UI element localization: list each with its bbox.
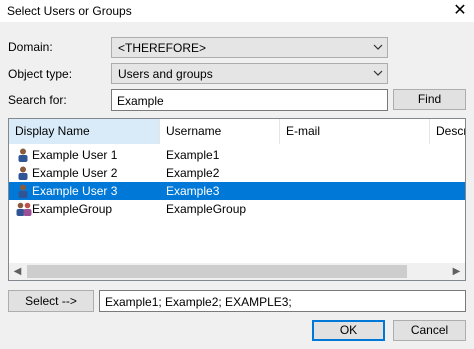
user-icon [15, 183, 33, 199]
list-item[interactable]: Example User 2 Example2 [9, 164, 465, 182]
column-email[interactable]: E-mail [280, 119, 430, 144]
display-name-cell: Example User 1 [32, 148, 118, 162]
scroll-right-icon[interactable]: ▶ [448, 263, 465, 280]
object-type-value: Users and groups [118, 67, 213, 81]
column-display-name[interactable]: Display Name [9, 119, 160, 144]
object-type-dropdown[interactable]: Users and groups [111, 63, 388, 84]
close-icon[interactable]: ✕ [452, 3, 468, 19]
find-button[interactable]: Find [393, 89, 466, 110]
domain-dropdown[interactable]: <THEREFORE> [111, 37, 388, 58]
display-name-cell: ExampleGroup [32, 202, 113, 216]
username-cell: Example2 [166, 166, 220, 180]
horizontal-scrollbar[interactable]: ◀ ▶ [9, 263, 465, 280]
select-button[interactable]: Select --> [8, 290, 94, 312]
chevron-down-icon [373, 70, 383, 76]
user-icon [15, 147, 33, 163]
window-title: Select Users or Groups [7, 4, 132, 18]
ok-button[interactable]: OK [312, 320, 385, 341]
cancel-button[interactable]: Cancel [393, 320, 466, 341]
user-icon [15, 165, 33, 181]
search-field[interactable] [111, 89, 388, 111]
domain-label: Domain: [8, 40, 53, 54]
username-cell: ExampleGroup [166, 202, 247, 216]
display-name-cell: Example User 3 [32, 184, 118, 198]
group-icon [15, 201, 33, 217]
scroll-thumb[interactable] [27, 265, 407, 278]
search-label: Search for: [8, 93, 67, 107]
scroll-left-icon[interactable]: ◀ [9, 263, 26, 280]
selected-names-input[interactable] [105, 294, 460, 309]
selected-names-field[interactable] [99, 290, 466, 312]
title-bar: Select Users or Groups ✕ [0, 0, 474, 22]
username-cell: Example3 [166, 184, 220, 198]
results-list[interactable]: Display Name Username E-mail Descrip Exa… [8, 118, 466, 281]
display-name-cell: Example User 2 [32, 166, 118, 180]
search-input[interactable] [117, 93, 377, 108]
list-item[interactable]: ExampleGroup ExampleGroup [9, 200, 465, 218]
chevron-down-icon [373, 44, 383, 50]
list-item[interactable]: Example User 1 Example1 [9, 146, 465, 164]
domain-value: <THEREFORE> [118, 41, 207, 55]
object-type-label: Object type: [8, 67, 73, 81]
column-description[interactable]: Descrip [430, 119, 465, 144]
list-item[interactable]: Example User 3 Example3 [9, 182, 465, 200]
list-header: Display Name Username E-mail Descrip [9, 119, 465, 144]
column-username[interactable]: Username [160, 119, 280, 144]
username-cell: Example1 [166, 148, 220, 162]
